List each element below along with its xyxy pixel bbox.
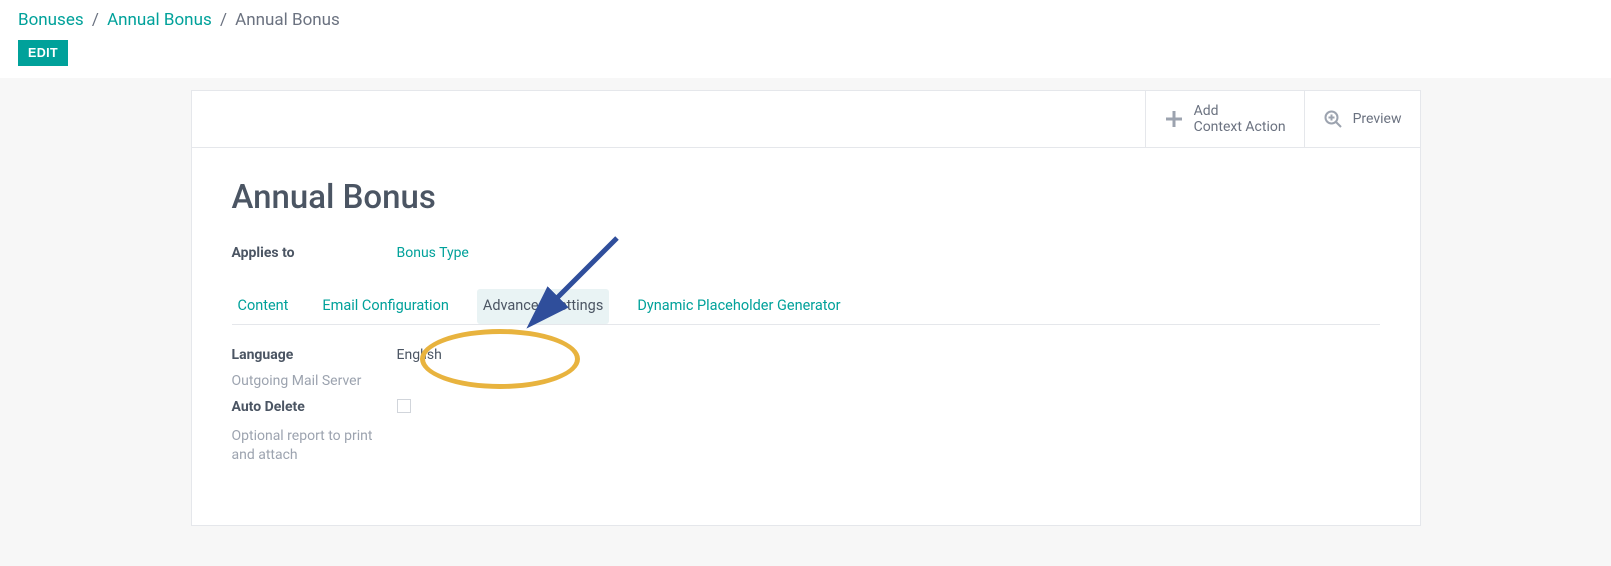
breadcrumb: Bonuses / Annual Bonus / Annual Bonus: [18, 10, 1593, 30]
breadcrumb-sep: /: [92, 10, 99, 30]
preview-label: Preview: [1353, 111, 1402, 127]
breadcrumb-sep: /: [220, 10, 227, 30]
form-card: AddContext Action Preview Annual Bonus A…: [191, 90, 1421, 526]
tab-email-configuration[interactable]: Email Configuration: [316, 289, 454, 324]
tab-dynamic-placeholder-generator[interactable]: Dynamic Placeholder Generator: [631, 289, 846, 324]
plus-icon: [1164, 109, 1184, 129]
preview-button[interactable]: Preview: [1304, 91, 1420, 147]
tab-bar: Content Email Configuration Advanced Set…: [232, 289, 1380, 325]
tab-content[interactable]: Content: [232, 289, 295, 324]
tab-advanced-settings[interactable]: Advanced Settings: [477, 289, 609, 324]
breadcrumb-current: Annual Bonus: [235, 10, 340, 30]
outgoing-mail-server-label: Outgoing Mail Server: [232, 373, 397, 389]
auto-delete-checkbox[interactable]: [397, 399, 411, 413]
add-context-action-button[interactable]: AddContext Action: [1145, 91, 1304, 147]
page-title: Annual Bonus: [232, 178, 1380, 217]
optional-report-label: Optional report to print and attach: [232, 427, 397, 465]
language-label: Language: [232, 347, 397, 363]
card-header: AddContext Action Preview: [192, 91, 1420, 148]
applies-to-value[interactable]: Bonus Type: [397, 245, 469, 261]
auto-delete-label: Auto Delete: [232, 399, 397, 415]
breadcrumb-link-bonuses[interactable]: Bonuses: [18, 10, 84, 30]
zoom-in-icon: [1323, 109, 1343, 129]
applies-to-label: Applies to: [232, 245, 397, 261]
add-context-label: AddContext Action: [1194, 103, 1286, 135]
edit-button[interactable]: EDIT: [18, 40, 68, 66]
breadcrumb-link-annual-bonus[interactable]: Annual Bonus: [107, 10, 212, 30]
annotation-ellipse: [420, 329, 580, 389]
